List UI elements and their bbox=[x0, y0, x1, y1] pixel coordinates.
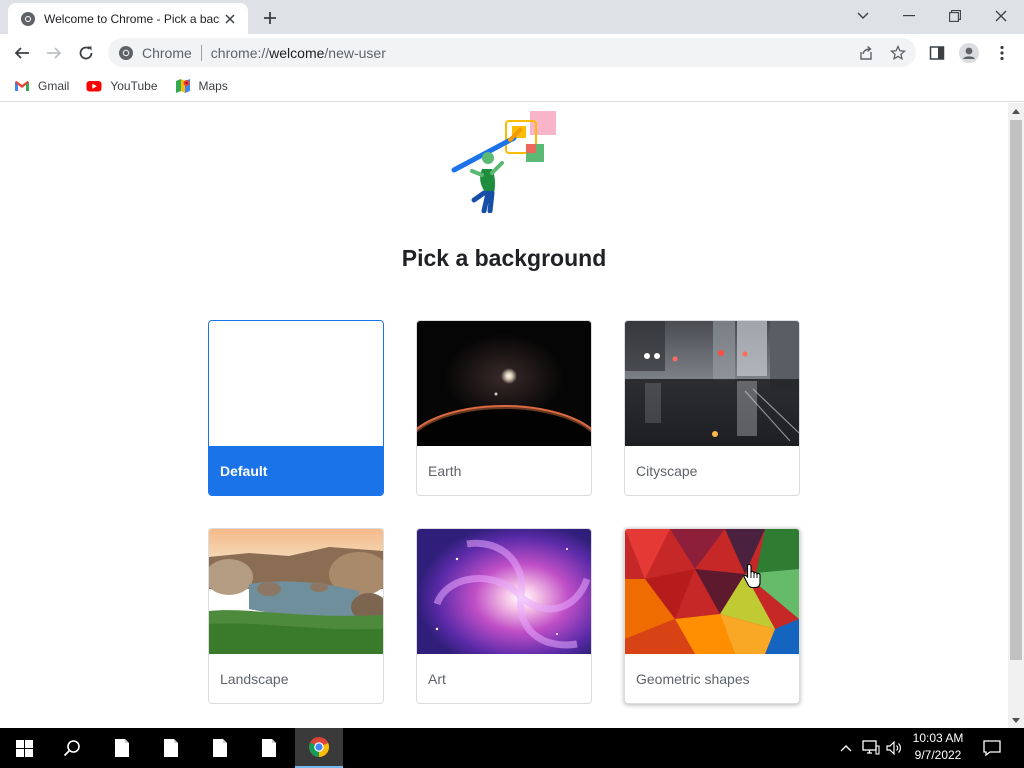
card-label: Geometric shapes bbox=[636, 670, 750, 687]
background-card-geometric-shapes[interactable]: Geometric shapes bbox=[624, 528, 800, 704]
painter-illustration bbox=[448, 107, 560, 214]
new-tab-button[interactable] bbox=[259, 7, 281, 29]
url-host: welcome bbox=[269, 44, 325, 61]
background-card-cityscape[interactable]: Cityscape bbox=[624, 320, 800, 496]
profile-avatar[interactable] bbox=[955, 39, 983, 67]
bookmark-star-icon[interactable] bbox=[886, 41, 910, 65]
clock-time: 10:03 AM bbox=[912, 731, 964, 745]
file-icon[interactable] bbox=[98, 728, 146, 768]
share-icon[interactable] bbox=[854, 41, 878, 65]
maps-icon bbox=[175, 78, 191, 94]
file-icon[interactable] bbox=[147, 728, 195, 768]
chrome-icon bbox=[118, 45, 134, 61]
url-path: /new-user bbox=[324, 44, 386, 61]
background-card-earth[interactable]: Earth bbox=[416, 320, 592, 496]
earth-thumbnail bbox=[417, 321, 591, 495]
system-clock[interactable]: 10:03 AM 9/7/2022 bbox=[902, 730, 974, 766]
card-label: Landscape bbox=[220, 670, 289, 687]
address-bar[interactable]: Chrome chrome://welcome/new-user bbox=[108, 38, 916, 67]
close-window-button[interactable] bbox=[978, 0, 1024, 32]
forward-button[interactable] bbox=[40, 39, 68, 67]
site-chip: Chrome bbox=[142, 44, 192, 61]
omnibox-divider bbox=[200, 44, 202, 61]
scroll-up-arrow-icon[interactable] bbox=[1008, 103, 1024, 119]
bookmark-youtube[interactable]: YouTube bbox=[86, 78, 158, 94]
bookmark-maps[interactable]: Maps bbox=[175, 78, 228, 94]
back-button[interactable] bbox=[8, 39, 36, 67]
bookmark-label: Maps bbox=[198, 79, 228, 93]
background-card-art[interactable]: Art bbox=[416, 528, 592, 704]
card-label: Earth bbox=[428, 462, 462, 479]
taskbar: 10:03 AM 9/7/2022 bbox=[0, 728, 1024, 768]
landscape-thumbnail bbox=[209, 529, 383, 654]
file-icon[interactable] bbox=[245, 728, 293, 768]
chevron-up-icon[interactable] bbox=[836, 728, 856, 768]
side-panel-button[interactable] bbox=[923, 39, 951, 67]
geometric-shapes-thumbnail bbox=[625, 529, 799, 654]
volume-icon[interactable] bbox=[884, 728, 904, 768]
reload-button[interactable] bbox=[72, 39, 100, 67]
menu-dots-icon[interactable] bbox=[988, 39, 1016, 67]
default-thumbnail bbox=[209, 321, 383, 446]
notification-icon[interactable] bbox=[978, 728, 1006, 768]
gmail-icon bbox=[14, 78, 30, 94]
file-icon[interactable] bbox=[196, 728, 244, 768]
bookmark-label: Gmail bbox=[38, 79, 70, 93]
url-scheme: chrome:// bbox=[210, 44, 270, 61]
scroll-down-arrow-icon[interactable] bbox=[1008, 712, 1024, 728]
page-title: Pick a background bbox=[401, 245, 607, 271]
card-label: Cityscape bbox=[636, 462, 698, 479]
art-thumbnail bbox=[417, 529, 591, 654]
minimize-button[interactable] bbox=[886, 0, 932, 32]
close-tab-icon[interactable] bbox=[220, 9, 240, 29]
youtube-icon bbox=[86, 78, 102, 94]
card-label: Art bbox=[428, 670, 446, 687]
tab-welcome[interactable]: Welcome to Chrome - Pick a background bbox=[8, 3, 248, 34]
scrollbar-thumb[interactable] bbox=[1010, 120, 1022, 660]
browser-window: Welcome to Chrome - Pick a background bbox=[0, 0, 1024, 768]
network-icon[interactable] bbox=[860, 728, 882, 768]
bookmark-label: YouTube bbox=[110, 79, 158, 93]
cityscape-thumbnail bbox=[625, 321, 799, 446]
page-content: Pick a background Default Earth Cityscap… bbox=[0, 103, 1008, 728]
hand-cursor-icon bbox=[743, 563, 761, 589]
chrome-taskbar-icon[interactable] bbox=[295, 728, 343, 768]
tab-search-button[interactable] bbox=[840, 0, 886, 32]
chrome-page-icon bbox=[20, 11, 36, 27]
url-text: chrome://welcome/new-user bbox=[211, 45, 386, 61]
background-card-landscape[interactable]: Landscape bbox=[208, 528, 384, 704]
search-icon[interactable] bbox=[48, 728, 96, 768]
bookmarks-bar: Gmail YouTube Maps bbox=[0, 71, 1024, 102]
windows-start-icon[interactable] bbox=[0, 728, 48, 768]
card-label: Default bbox=[209, 446, 383, 495]
vertical-scrollbar[interactable] bbox=[1008, 103, 1024, 728]
tab-title: Welcome to Chrome - Pick a background bbox=[44, 11, 220, 26]
clock-date: 9/7/2022 bbox=[914, 748, 962, 762]
background-card-default[interactable]: Default bbox=[208, 320, 384, 496]
tab-strip: Welcome to Chrome - Pick a background bbox=[0, 0, 1024, 34]
bookmark-gmail[interactable]: Gmail bbox=[14, 78, 69, 94]
toolbar: Chrome chrome://welcome/new-user bbox=[0, 34, 1024, 71]
restore-button[interactable] bbox=[932, 0, 978, 32]
